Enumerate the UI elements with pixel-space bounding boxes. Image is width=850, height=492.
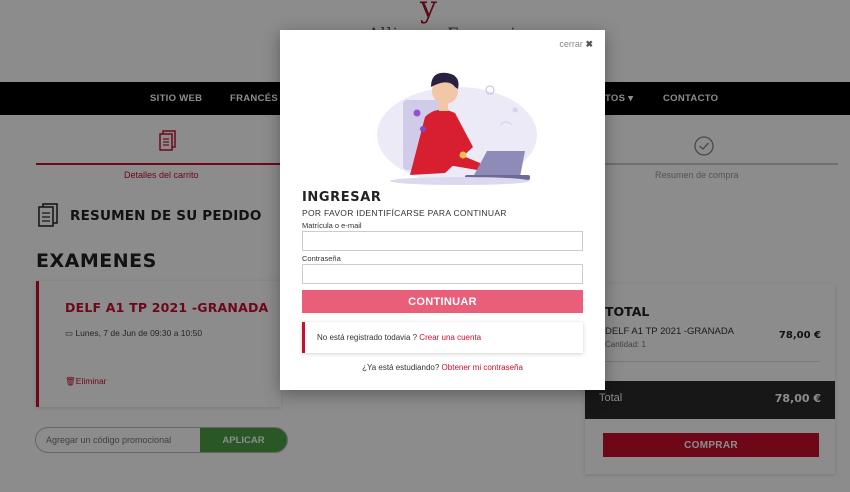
modal-subtitle: POR FAVOR IDENTIFÍCARSE PARA CONTINUAR [302,208,507,218]
close-icon: ✖ [585,39,593,49]
register-text: No está registrado todavia ? Crear una c… [317,333,482,342]
password-field-label: Contraseña [302,254,341,263]
close-modal-button[interactable]: cerrar ✖ [559,39,593,50]
modal-title: INGRESAR [302,190,382,205]
user-field-label: Matrícula o e-mail [302,221,362,230]
get-password-row: ¿Ya está estudiando? Obtener mi contrase… [280,363,605,372]
create-account-link[interactable]: Crear una cuenta [419,333,481,342]
password-input[interactable] [302,264,583,284]
register-notice: No está registrado todavia ? Crear una c… [302,322,583,353]
person-at-laptop-illustration [377,72,537,185]
get-password-link[interactable]: Obtener mi contraseña [442,363,523,372]
user-email-input[interactable] [302,231,583,251]
login-modal: cerrar ✖ INGRESAR POR FAVOR IDENTIFÍCARS… [280,30,605,390]
already-student-text: ¿Ya está estudiando? [362,363,440,372]
continue-button[interactable]: CONTINUAR [302,290,583,313]
